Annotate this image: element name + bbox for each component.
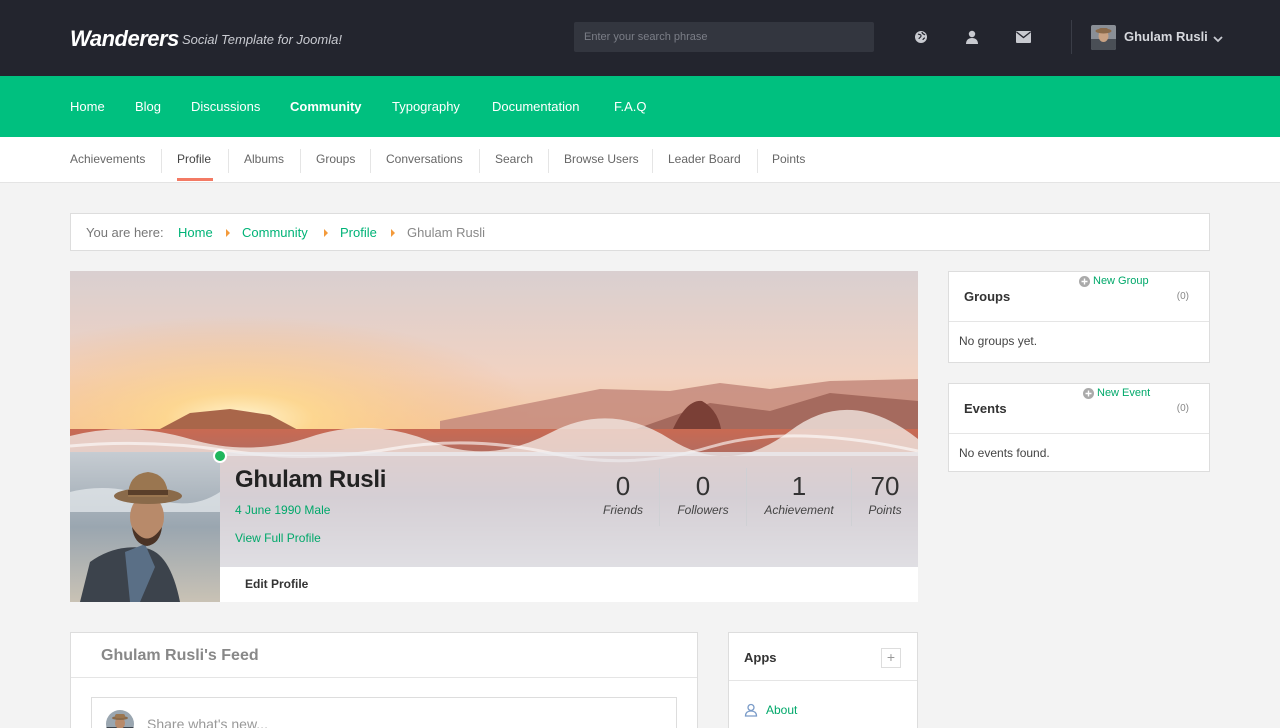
stat-label: Followers xyxy=(677,503,729,517)
toolbar-divider xyxy=(1071,20,1072,54)
stat-points[interactable]: 70 Points xyxy=(860,472,910,517)
new-event-label: New Event xyxy=(1097,387,1151,399)
view-full-profile-link[interactable]: View Full Profile xyxy=(235,531,321,545)
events-empty-text: No events found. xyxy=(959,446,1050,460)
profile-avatar[interactable] xyxy=(70,452,220,602)
user-icon[interactable] xyxy=(961,26,983,48)
user-avatar[interactable] xyxy=(1091,25,1116,50)
new-event-button[interactable]: New Event xyxy=(1083,387,1150,399)
plus-circle-icon xyxy=(1079,275,1090,287)
stat-value: 0 xyxy=(695,471,711,501)
new-group-label: New Group xyxy=(1093,275,1149,287)
stat-label: Friends xyxy=(602,503,643,517)
stat-value: 0 xyxy=(615,471,631,501)
add-app-button[interactable]: + xyxy=(881,648,901,668)
nav-faq[interactable]: F.A.Q xyxy=(614,99,647,114)
nav-discussions[interactable]: Discussions xyxy=(191,99,260,114)
breadcrumb-profile[interactable]: Profile xyxy=(340,225,377,240)
site-logo[interactable]: Wanderers xyxy=(70,26,179,52)
search-input[interactable] xyxy=(574,22,874,52)
share-box[interactable]: Share what's new... xyxy=(91,697,677,728)
breadcrumb-current: Ghulam Rusli xyxy=(407,225,486,240)
breadcrumb-arrow-icon xyxy=(391,229,395,237)
user-menu-name[interactable]: Ghulam Rusli xyxy=(1124,29,1208,44)
tab-divider xyxy=(548,149,549,173)
tab-divider xyxy=(370,149,371,173)
share-avatar xyxy=(106,710,134,728)
activity-feed: Ghulam Rusli's Feed Share what's new... xyxy=(70,632,698,728)
groups-empty-text: No groups yet. xyxy=(959,334,1038,348)
tab-divider xyxy=(757,149,758,173)
nav-documentation[interactable]: Documentation xyxy=(492,99,579,114)
breadcrumb-arrow-icon xyxy=(324,229,328,237)
groups-panel-header: New Group Groups (0) xyxy=(949,272,1209,322)
breadcrumb-home[interactable]: Home xyxy=(178,225,213,240)
profile-name: Ghulam Rusli xyxy=(235,466,387,493)
globe-icon[interactable] xyxy=(910,26,932,48)
online-status-icon xyxy=(213,449,227,463)
mail-icon[interactable] xyxy=(1012,26,1034,48)
events-count: (0) xyxy=(1176,403,1189,414)
tab-search[interactable]: Search xyxy=(495,152,533,166)
plus-circle-icon xyxy=(1083,387,1094,399)
tab-divider xyxy=(161,149,162,173)
events-title: Events xyxy=(964,401,1007,416)
stat-divider xyxy=(659,468,660,526)
stat-label: Achievement xyxy=(764,503,834,517)
breadcrumb: You are here: Home Community Profile Ghu… xyxy=(70,213,1210,251)
profile-meta: 4 June 1990 Male xyxy=(235,503,331,517)
apps-divider xyxy=(729,680,917,681)
groups-title: Groups xyxy=(964,289,1011,304)
apps-panel: Apps + About xyxy=(728,632,918,728)
top-bar: Wanderers Social Template for Joomla! Gh… xyxy=(0,0,1280,76)
events-panel-header: New Event Events (0) xyxy=(949,384,1209,434)
site-tagline: Social Template for Joomla! xyxy=(182,32,342,47)
tab-divider xyxy=(300,149,301,173)
feed-title: Ghulam Rusli's Feed xyxy=(101,647,259,664)
app-item-label: About xyxy=(766,703,798,717)
tab-divider xyxy=(228,149,229,173)
chevron-down-icon[interactable] xyxy=(1213,31,1223,46)
sub-nav: Achievements Profile Albums Groups Conve… xyxy=(0,137,1280,183)
events-panel: New Event Events (0) No events found. xyxy=(948,383,1210,472)
nav-home[interactable]: Home xyxy=(70,99,105,114)
tab-leader-board[interactable]: Leader Board xyxy=(668,152,741,166)
edit-profile-button[interactable]: Edit Profile xyxy=(245,577,308,591)
stat-achievement[interactable]: 1 Achievement xyxy=(756,472,842,517)
stat-followers[interactable]: 0 Followers xyxy=(670,472,736,517)
stat-divider xyxy=(746,468,747,526)
tab-achievements[interactable]: Achievements xyxy=(70,152,145,166)
tab-points[interactable]: Points xyxy=(772,152,805,166)
nav-community[interactable]: Community xyxy=(290,99,362,114)
stat-label: Points xyxy=(868,503,902,517)
breadcrumb-label: You are here: xyxy=(86,225,164,240)
stat-value: 1 xyxy=(791,471,807,501)
tab-divider xyxy=(479,149,480,173)
stat-value: 70 xyxy=(870,471,900,501)
tab-albums[interactable]: Albums xyxy=(244,152,284,166)
share-placeholder: Share what's new... xyxy=(147,716,268,728)
active-tab-indicator xyxy=(177,178,213,181)
tab-divider xyxy=(652,149,653,173)
groups-panel: New Group Groups (0) No groups yet. xyxy=(948,271,1210,363)
stat-divider xyxy=(851,468,852,526)
tab-groups[interactable]: Groups xyxy=(316,152,355,166)
breadcrumb-arrow-icon xyxy=(226,229,230,237)
nav-blog[interactable]: Blog xyxy=(135,99,161,114)
tab-browse-users[interactable]: Browse Users xyxy=(564,152,639,166)
groups-count: (0) xyxy=(1176,291,1189,302)
nav-typography[interactable]: Typography xyxy=(392,99,460,114)
app-item-about[interactable]: About xyxy=(744,703,797,717)
breadcrumb-community[interactable]: Community xyxy=(242,225,308,240)
main-nav: Home Blog Discussions Community Typograp… xyxy=(0,76,1280,137)
new-group-button[interactable]: New Group xyxy=(1079,275,1149,287)
user-icon xyxy=(744,703,758,717)
tab-conversations[interactable]: Conversations xyxy=(386,152,463,166)
stat-friends[interactable]: 0 Friends xyxy=(598,472,648,517)
feed-divider xyxy=(71,677,697,678)
apps-title: Apps xyxy=(744,650,777,665)
tab-profile[interactable]: Profile xyxy=(177,152,211,166)
